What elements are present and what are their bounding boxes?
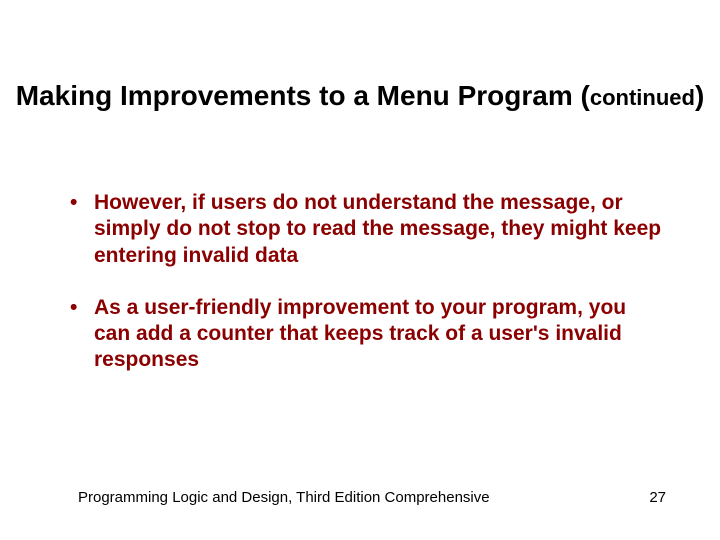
bullet-list: However, if users do not understand the … xyxy=(66,190,666,374)
slide-body: However, if users do not understand the … xyxy=(66,190,666,400)
title-continued: continued xyxy=(590,85,695,110)
bullet-item: As a user-friendly improvement to your p… xyxy=(66,295,666,374)
title-main: Making Improvements to a Menu Program ( xyxy=(16,80,590,111)
footer-text: Programming Logic and Design, Third Edit… xyxy=(78,489,490,506)
title-close: ) xyxy=(695,80,704,111)
page-number: 27 xyxy=(649,489,666,506)
bullet-item: However, if users do not understand the … xyxy=(66,190,666,269)
slide: Making Improvements to a Menu Program (c… xyxy=(0,0,720,540)
slide-title: Making Improvements to a Menu Program (c… xyxy=(0,78,720,113)
